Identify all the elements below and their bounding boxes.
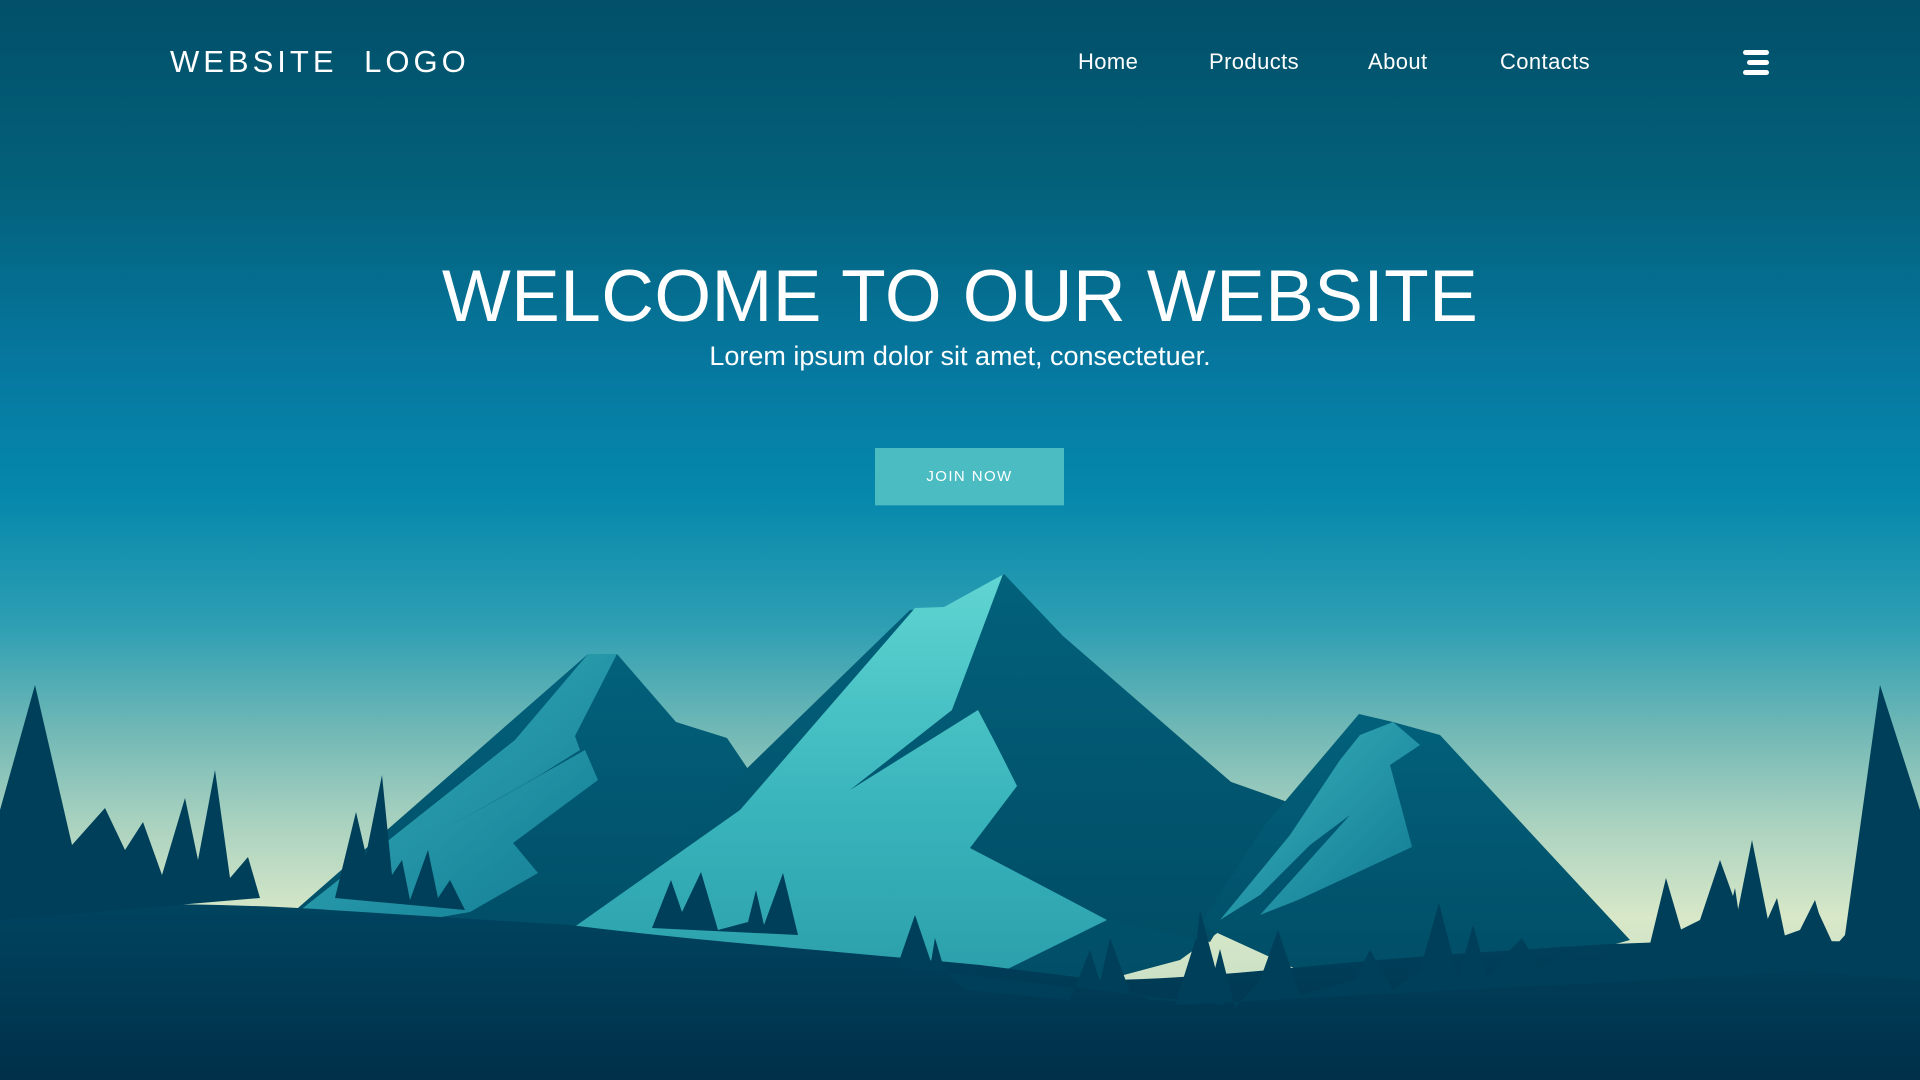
- hero-subtitle: Lorem ipsum dolor sit amet, consectetuer…: [709, 341, 1211, 371]
- site-header: WEBSITE LOGO Home Products About Contact…: [0, 0, 1920, 125]
- nav-link-home[interactable]: Home: [1078, 47, 1138, 77]
- join-now-button[interactable]: JOIN NOW: [875, 448, 1064, 505]
- website-logo[interactable]: WEBSITE LOGO: [170, 44, 470, 80]
- hamburger-menu-icon[interactable]: [1741, 50, 1769, 76]
- hero-title: WELCOME TO OUR WEBSITE: [441, 256, 1479, 337]
- right-mountain: [1200, 714, 1630, 980]
- nav-link-about[interactable]: About: [1368, 47, 1428, 77]
- main-navigation: Home Products About Contacts: [1040, 47, 1670, 79]
- nav-link-contacts[interactable]: Contacts: [1500, 47, 1590, 77]
- mountain-landscape-illustration: [0, 574, 1920, 1080]
- hero-section: WELCOME TO OUR WEBSITE Lorem ipsum dolor…: [0, 255, 1920, 515]
- nav-link-products[interactable]: Products: [1209, 47, 1299, 77]
